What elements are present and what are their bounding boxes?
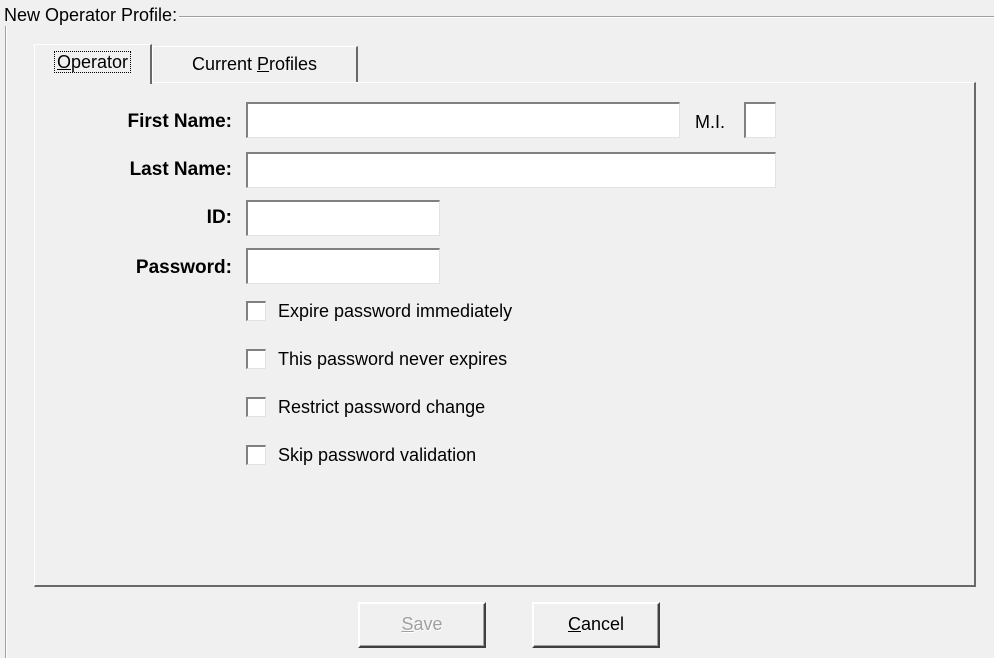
id-label: ID:: [206, 207, 232, 228]
skip-validation-label[interactable]: Skip password validation: [278, 443, 476, 467]
tab-current-profiles-label: Current Profiles: [191, 54, 318, 74]
restrict-change-checkbox[interactable]: [246, 397, 266, 417]
mi-label: M.I.: [695, 112, 725, 132]
tab-current-profiles[interactable]: Current Profiles: [152, 46, 358, 82]
password-field[interactable]: [246, 248, 440, 284]
mi-field[interactable]: [744, 102, 776, 138]
never-expires-label[interactable]: This password never expires: [278, 347, 507, 371]
tab-operator-label: Operator: [53, 51, 132, 73]
last-name-label: Last Name:: [129, 159, 232, 180]
first-name-label: First Name:: [127, 111, 232, 132]
tab-operator[interactable]: Operator: [34, 44, 152, 84]
last-name-field[interactable]: [246, 152, 776, 188]
skip-validation-checkbox-row[interactable]: Skip password validation: [246, 443, 476, 467]
first-name-field[interactable]: [246, 102, 680, 138]
skip-validation-checkbox[interactable]: [246, 445, 266, 465]
group-title: New Operator Profile:: [2, 4, 180, 26]
password-label: Password:: [135, 257, 232, 278]
id-field[interactable]: [246, 200, 440, 236]
group-border-left-highlight: [6, 17, 7, 658]
save-button[interactable]: Save: [358, 602, 486, 648]
never-expires-checkbox[interactable]: [246, 349, 266, 369]
expire-immediately-label[interactable]: Expire password immediately: [278, 299, 512, 323]
restrict-change-checkbox-row[interactable]: Restrict password change: [246, 395, 485, 419]
expire-immediately-checkbox-row[interactable]: Expire password immediately: [246, 299, 512, 323]
never-expires-checkbox-row[interactable]: This password never expires: [246, 347, 507, 371]
expire-immediately-checkbox[interactable]: [246, 301, 266, 321]
restrict-change-label[interactable]: Restrict password change: [278, 395, 485, 419]
cancel-button[interactable]: Cancel: [532, 602, 660, 648]
